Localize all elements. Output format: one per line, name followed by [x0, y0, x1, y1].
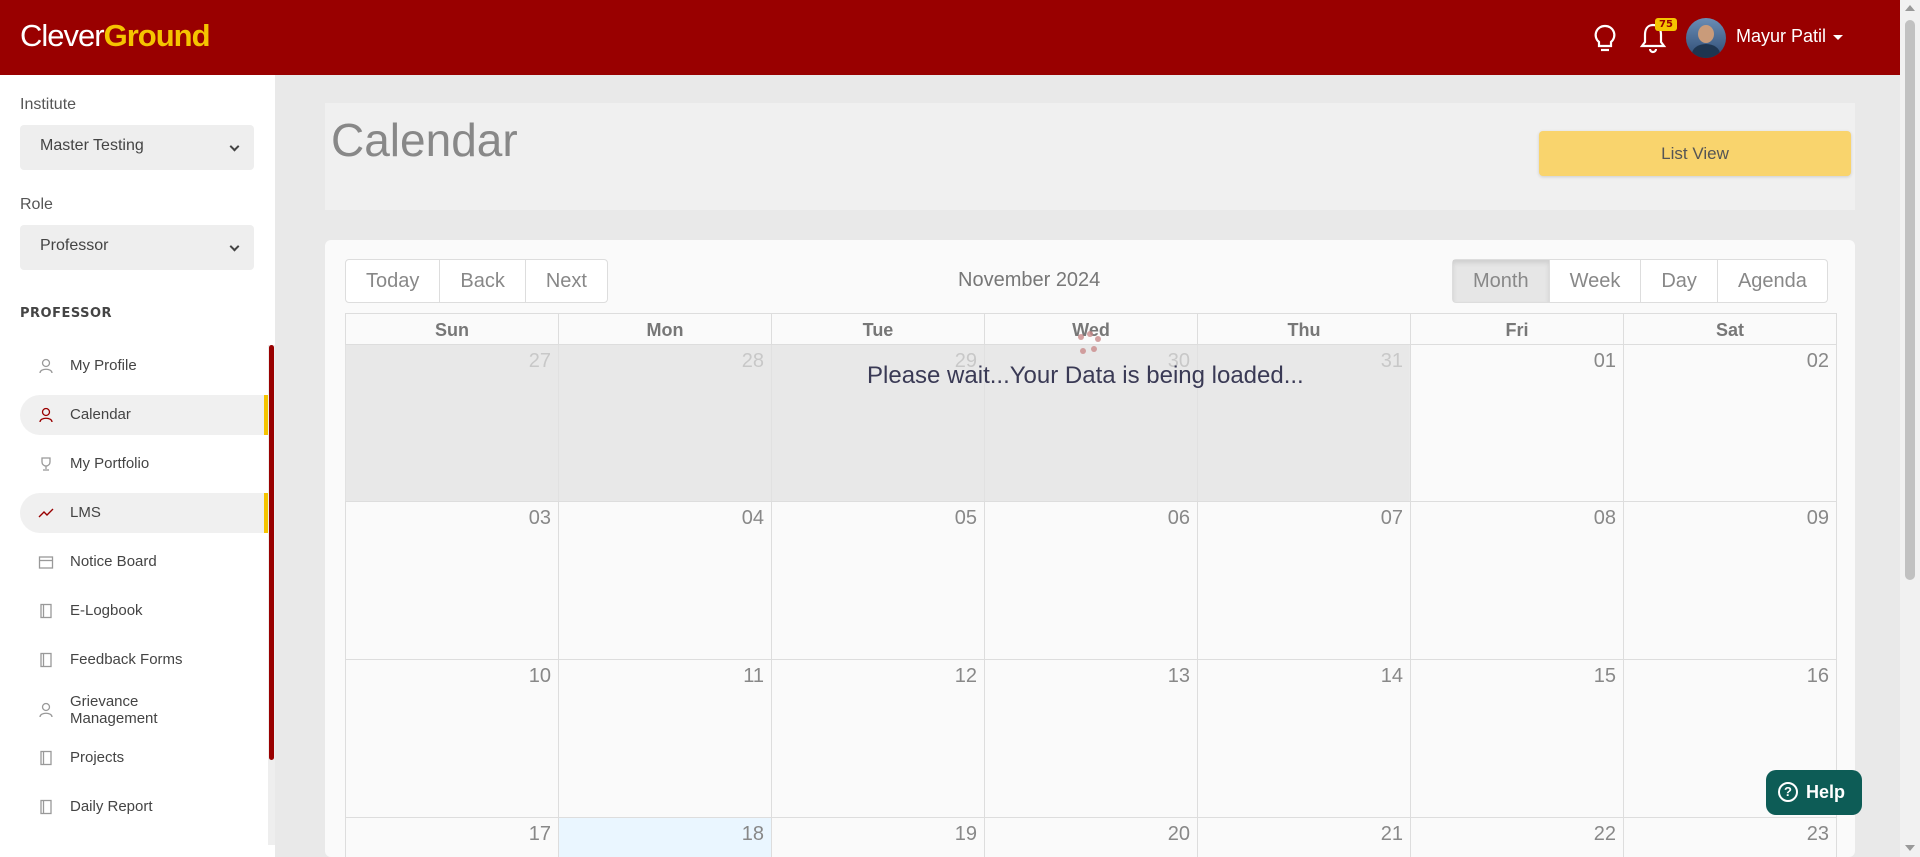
month-label: November 2024	[958, 269, 1101, 291]
day-cell[interactable]: 23	[1624, 818, 1837, 857]
day-cell[interactable]: 06	[985, 502, 1198, 660]
day-cell[interactable]: 03	[346, 502, 559, 660]
day-cell[interactable]: 10	[346, 660, 559, 818]
avatar[interactable]	[1686, 18, 1726, 58]
chevron-down-icon	[229, 141, 240, 152]
day-cell[interactable]: 20	[985, 818, 1198, 857]
user-icon	[39, 407, 53, 423]
day-cell[interactable]: 05	[772, 502, 985, 660]
today-button[interactable]: Today	[346, 260, 441, 302]
logo[interactable]: CleverGround	[20, 18, 211, 54]
trend-icon	[38, 508, 54, 518]
user-icon	[39, 702, 53, 718]
next-button[interactable]: Next	[526, 260, 607, 302]
day-cell[interactable]: 14	[1198, 660, 1411, 818]
day-cell[interactable]: 17	[346, 818, 559, 857]
calendar-nav-buttons: Today Back Next	[345, 259, 608, 303]
weekday-header: Thu	[1198, 313, 1411, 345]
menu-scrollbar-thumb[interactable]	[269, 345, 274, 760]
sidebar-item-feedback-forms[interactable]: Feedback Forms	[20, 640, 268, 680]
day-cell[interactable]: 21	[1198, 818, 1411, 857]
sidebar-section-title: PROFESSOR	[20, 306, 113, 321]
back-button[interactable]: Back	[440, 260, 526, 302]
sidebar-item-lms[interactable]: LMS	[20, 493, 268, 533]
role-label: Role	[20, 196, 53, 213]
day-cell[interactable]: 08	[1411, 502, 1624, 660]
user-icon	[39, 358, 53, 374]
sidebar-item-projects[interactable]: Projects	[20, 738, 268, 778]
weekday-header: Tue	[772, 313, 985, 345]
sidebar: Institute Master Testing Role Professor …	[0, 75, 275, 857]
institute-select[interactable]: Master Testing	[20, 125, 254, 170]
day-cell[interactable]: 19	[772, 818, 985, 857]
list-view-button[interactable]: List View	[1539, 131, 1851, 176]
day-cell[interactable]: 13	[985, 660, 1198, 818]
sidebar-item-grievance-management[interactable]: Grievance Management	[20, 690, 268, 730]
page-title: Calendar	[331, 114, 518, 166]
book-icon	[40, 750, 52, 766]
sidebar-item-my-profile[interactable]: My Profile	[20, 346, 268, 386]
lightbulb-icon[interactable]	[1592, 24, 1618, 54]
notification-badge: 75	[1655, 18, 1677, 31]
calendar-view-buttons: Month Week Day Agenda	[1452, 259, 1828, 303]
question-icon: ?	[1778, 782, 1798, 802]
chevron-down-icon	[229, 241, 240, 252]
scroll-up-icon[interactable]	[1905, 5, 1915, 11]
institute-label: Institute	[20, 96, 77, 113]
day-cell[interactable]: 15	[1411, 660, 1624, 818]
weekday-header: Sun	[346, 313, 559, 345]
loading-spinner-icon	[1078, 331, 1101, 354]
chevron-down-icon[interactable]	[1833, 35, 1843, 40]
book-icon	[40, 652, 52, 668]
weekday-header: Sat	[1624, 313, 1837, 345]
trophy-icon	[41, 457, 51, 471]
scroll-down-icon[interactable]	[1905, 845, 1915, 851]
help-button[interactable]: ? Help	[1766, 770, 1862, 815]
sidebar-item-my-portfolio[interactable]: My Portfolio	[20, 444, 268, 484]
agenda-view-button[interactable]: Agenda	[1718, 260, 1827, 302]
day-cell[interactable]: 12	[772, 660, 985, 818]
user-name[interactable]: Mayur Patil	[1736, 26, 1826, 47]
book-icon	[40, 799, 52, 815]
sidebar-item-daily-report[interactable]: Daily Report	[20, 787, 268, 827]
day-cell-today[interactable]: 18	[559, 818, 772, 857]
week-view-button[interactable]: Week	[1550, 260, 1642, 302]
calendar-icon	[38, 556, 54, 569]
day-cell[interactable]: 02	[1624, 345, 1837, 502]
scrollbar-thumb[interactable]	[1905, 20, 1915, 580]
loading-message: Please wait...Your Data is being loaded.…	[867, 362, 1304, 389]
day-cell[interactable]: 04	[559, 502, 772, 660]
page-header: Calendar List View	[325, 103, 1855, 210]
day-view-button[interactable]: Day	[1641, 260, 1718, 302]
day-cell[interactable]: 01	[1411, 345, 1624, 502]
day-cell[interactable]: 07	[1198, 502, 1411, 660]
book-icon	[40, 603, 52, 619]
sidebar-item-notice-board[interactable]: Notice Board	[20, 542, 268, 582]
month-view-button[interactable]: Month	[1453, 260, 1550, 302]
top-navbar: CleverGround 75 Mayur Patil	[0, 0, 1900, 75]
day-cell[interactable]: 11	[559, 660, 772, 818]
weekday-header: Mon	[559, 313, 772, 345]
role-select[interactable]: Professor	[20, 225, 254, 270]
weekday-header: Fri	[1411, 313, 1624, 345]
sidebar-item-calendar[interactable]: Calendar	[20, 395, 268, 435]
sidebar-item-e-logbook[interactable]: E-Logbook	[20, 591, 268, 631]
day-cell[interactable]: 22	[1411, 818, 1624, 857]
day-cell[interactable]: 09	[1624, 502, 1837, 660]
page-scrollbar[interactable]	[1900, 0, 1920, 857]
